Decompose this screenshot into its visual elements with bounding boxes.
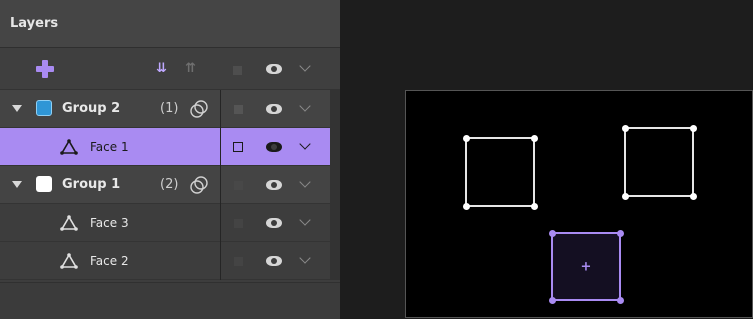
- layer-row-face-3[interactable]: Face 3: [0, 204, 330, 242]
- visibility-square-icon[interactable]: [233, 142, 243, 152]
- layer-label: Face 2: [90, 254, 129, 268]
- vertex-handle[interactable]: [621, 124, 629, 132]
- face-3-shape[interactable]: [462, 134, 538, 210]
- face-2-shape[interactable]: [621, 124, 697, 200]
- visibility-square-icon[interactable]: [234, 257, 243, 266]
- column-divider: [220, 90, 221, 280]
- panel-header: Layers: [0, 0, 340, 48]
- vertex-handle[interactable]: [530, 202, 538, 210]
- chevron-down-icon[interactable]: [299, 214, 311, 226]
- vertex-handle[interactable]: [616, 296, 624, 304]
- move-down-icon[interactable]: ⇊: [156, 60, 167, 78]
- chevron-down-icon[interactable]: [299, 60, 311, 72]
- eye-icon[interactable]: [266, 142, 282, 152]
- expand-caret-icon[interactable]: [12, 181, 22, 188]
- visibility-square-icon[interactable]: [234, 219, 243, 228]
- visibility-square-icon[interactable]: [234, 181, 243, 190]
- layers-toolbar: ⇊ ⇈: [0, 48, 340, 90]
- face-triangle-icon: [60, 253, 78, 269]
- eye-icon[interactable]: [266, 104, 282, 114]
- face-triangle-icon: [60, 139, 78, 155]
- vertex-handle[interactable]: [548, 296, 556, 304]
- face-1-shape[interactable]: +: [548, 229, 624, 304]
- layer-row-group-2[interactable]: Group 2 (1): [0, 90, 330, 128]
- layer-row-face-2[interactable]: Face 2: [0, 242, 330, 280]
- eye-icon[interactable]: [266, 64, 282, 74]
- child-count: (1): [160, 101, 179, 116]
- eye-icon[interactable]: [266, 218, 282, 228]
- overlap-circles-icon: [190, 100, 208, 118]
- chevron-down-icon[interactable]: [299, 100, 311, 112]
- eye-icon[interactable]: [266, 256, 282, 266]
- color-swatch[interactable]: [36, 100, 52, 116]
- layer-label: Group 2: [62, 101, 121, 116]
- scrollbar[interactable]: [330, 90, 340, 280]
- expand-caret-icon[interactable]: [12, 105, 22, 112]
- center-marker-icon: +: [580, 259, 592, 274]
- chevron-down-icon[interactable]: [299, 138, 311, 150]
- panel-title: Layers: [10, 16, 59, 31]
- visibility-square-icon[interactable]: [233, 66, 242, 75]
- overlap-circles-icon: [190, 176, 208, 194]
- panel-footer: [0, 282, 340, 319]
- eye-icon[interactable]: [266, 180, 282, 190]
- layer-row-face-1[interactable]: Face 1: [0, 128, 330, 166]
- vertex-handle[interactable]: [616, 229, 624, 237]
- layer-label: Face 3: [90, 216, 129, 230]
- vertex-handle[interactable]: [621, 192, 629, 200]
- vertex-handle[interactable]: [462, 202, 470, 210]
- face-triangle-icon: [60, 215, 78, 231]
- visibility-square-icon[interactable]: [234, 105, 243, 114]
- layer-label: Group 1: [62, 177, 121, 192]
- color-swatch[interactable]: [36, 176, 52, 192]
- vertex-handle[interactable]: [462, 134, 470, 142]
- chevron-down-icon[interactable]: [299, 176, 311, 188]
- layers-panel: Layers ⇊ ⇈ Group 2 (1) Face 1 Group 1 (2…: [0, 0, 340, 319]
- chevron-down-icon[interactable]: [299, 252, 311, 264]
- layer-label: Face 1: [90, 140, 129, 154]
- vertex-handle[interactable]: [548, 229, 556, 237]
- vertex-handle[interactable]: [530, 134, 538, 142]
- child-count: (2): [160, 177, 179, 192]
- vertex-handle[interactable]: [689, 192, 697, 200]
- add-layer-icon[interactable]: [36, 60, 54, 78]
- layer-row-group-1[interactable]: Group 1 (2): [0, 166, 330, 204]
- move-up-icon[interactable]: ⇈: [185, 60, 196, 78]
- vertex-handle[interactable]: [689, 124, 697, 132]
